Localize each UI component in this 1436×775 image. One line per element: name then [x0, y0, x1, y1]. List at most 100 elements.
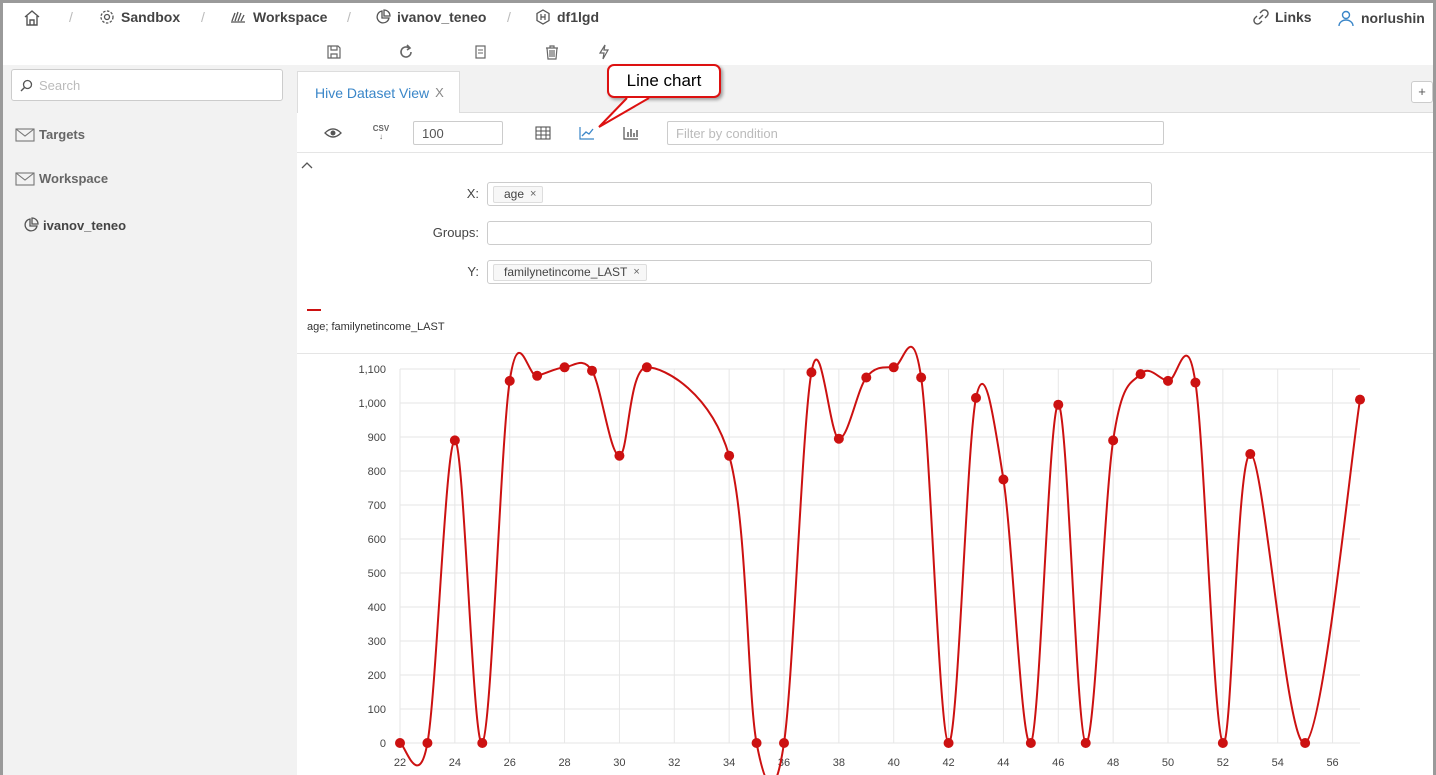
data-point [888, 362, 899, 373]
pie-icon [375, 9, 391, 25]
x-tick-label: 26 [504, 757, 516, 769]
data-point [998, 474, 1009, 485]
data-point [1025, 738, 1036, 748]
gear-icon [99, 9, 115, 25]
user-menu[interactable]: norlushin [1337, 9, 1425, 27]
data-point [971, 392, 981, 403]
search-input[interactable]: Search [11, 69, 283, 101]
data-point [614, 450, 625, 461]
y-tick-label: 800 [368, 466, 386, 478]
y-tick-label: 700 [368, 500, 386, 512]
data-point [559, 362, 570, 373]
links-button[interactable]: Links [1253, 9, 1312, 25]
line-chart: 0 100 200 300 400 500 600 700 800 900 1,000 1,100 22… [358, 346, 1365, 775]
breadcrumb-label: df1lgd [557, 9, 599, 25]
user-label: norlushin [1361, 10, 1425, 26]
search-placeholder: Search [39, 77, 81, 93]
x-tick-label: 44 [997, 757, 1009, 769]
x-tick-label: 42 [942, 757, 954, 769]
data-point [724, 450, 735, 461]
main-panel: Hive Dataset View X + CSV ↓ 100 Filter b… [297, 65, 1433, 775]
y-tick-label: 900 [368, 432, 386, 444]
x-tick-label: 40 [888, 757, 900, 769]
x-tick-label: 48 [1107, 757, 1119, 769]
sidebar-item-workspace[interactable]: Workspace [15, 171, 108, 186]
breadcrumb-item-workspace[interactable]: Workspace [229, 9, 327, 25]
pie-icon [23, 217, 39, 233]
breadcrumb-item-ivanov-teneo[interactable]: ivanov_teneo [375, 9, 486, 25]
data-point [1053, 399, 1064, 410]
sidebar-item-ivanov-teneo[interactable]: ivanov_teneo [23, 217, 126, 233]
data-point [449, 435, 460, 446]
breadcrumb-separator: / [69, 9, 73, 25]
data-point [395, 738, 405, 748]
data-point [806, 367, 817, 378]
data-point [1217, 738, 1228, 748]
link-icon [1253, 9, 1269, 25]
data-point [422, 738, 433, 748]
breadcrumb-item-df1lgd[interactable]: df1lgd [535, 9, 599, 25]
copy-icon[interactable] [469, 41, 491, 63]
breadcrumb-label: ivanov_teneo [397, 9, 487, 25]
home-icon[interactable] [23, 9, 41, 27]
x-tick-label: 54 [1272, 757, 1284, 769]
user-icon [1337, 9, 1355, 27]
data-point [1190, 377, 1201, 388]
sidebar: Search Targets Workspace ivanov_teneo [3, 65, 297, 775]
x-tick-label: 46 [1052, 757, 1064, 769]
data-point [587, 365, 597, 376]
data-point [916, 372, 927, 383]
sidebar-item-label: Workspace [39, 171, 109, 186]
envelope-icon [15, 127, 35, 142]
y-tick-label: 600 [368, 534, 386, 546]
search-icon [20, 79, 33, 92]
y-tick-label: 1,000 [358, 398, 386, 410]
data-point [1080, 738, 1091, 748]
breadcrumb-separator: / [347, 9, 351, 25]
data-point [477, 738, 488, 748]
data-point [532, 370, 543, 381]
x-tick-label: 32 [668, 757, 680, 769]
series-line [399, 346, 1361, 775]
y-tick-label: 400 [368, 602, 386, 614]
y-tick-label: 500 [368, 568, 386, 580]
hand-icon [229, 9, 247, 25]
data-point [779, 738, 789, 748]
data-point [1135, 369, 1146, 380]
breadcrumb-label: Sandbox [121, 9, 181, 25]
hive-icon [535, 9, 551, 25]
x-tick-label: 52 [1217, 757, 1229, 769]
data-point [833, 433, 844, 444]
top-bar: / Sandbox / Workspace / ivanov_teneo / d… [3, 3, 1433, 35]
x-tick-label: 50 [1162, 757, 1174, 769]
data-point [641, 362, 652, 373]
data-point [504, 375, 515, 386]
y-tick-label: 100 [368, 704, 386, 716]
breadcrumb-separator: / [507, 9, 511, 25]
data-point [1245, 449, 1256, 459]
line-chart-callout: Line chart [598, 64, 721, 128]
data-point [1300, 738, 1311, 748]
data-point [751, 738, 762, 748]
y-tick-label: 300 [368, 636, 386, 648]
breadcrumb-separator: / [201, 9, 205, 25]
x-tick-label: 24 [449, 757, 461, 769]
x-tick-label: 28 [558, 757, 570, 769]
breadcrumb-item-sandbox[interactable]: Sandbox [99, 9, 180, 25]
sidebar-item-targets[interactable]: Targets [15, 127, 85, 142]
data-point [943, 738, 954, 748]
y-tick-label: 200 [368, 670, 386, 682]
data-point [1163, 375, 1173, 386]
delete-icon[interactable] [541, 41, 563, 63]
data-point [1108, 435, 1119, 446]
sidebar-item-label: ivanov_teneo [43, 217, 127, 233]
lightning-icon[interactable] [593, 41, 615, 63]
data-point [1355, 394, 1365, 405]
x-tick-label: 38 [833, 757, 845, 769]
save-icon[interactable] [323, 41, 345, 63]
x-tick-label: 22 [394, 757, 406, 769]
refresh-icon[interactable] [395, 41, 417, 63]
links-label: Links [1275, 9, 1312, 25]
callout-pointer [598, 97, 650, 128]
data-point [861, 372, 872, 383]
